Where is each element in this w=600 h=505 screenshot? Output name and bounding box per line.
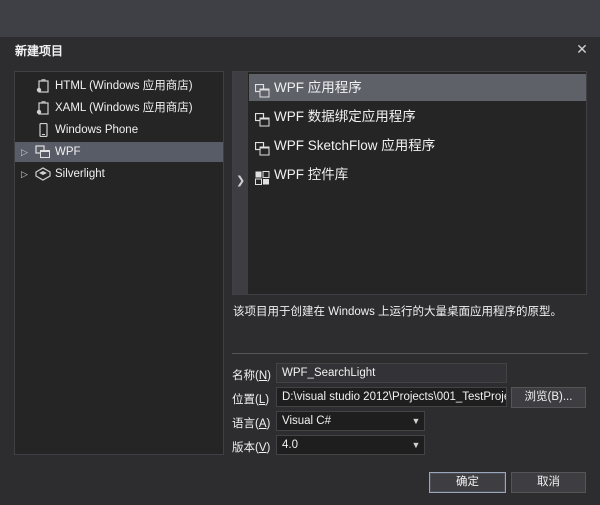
language-select[interactable]: Visual C# ▼	[276, 411, 425, 431]
template-label: WPF 数据绑定应用程序	[274, 109, 416, 124]
tree-item-silverlight[interactable]: ▷ Silverlight	[15, 164, 223, 184]
template-label: WPF 应用程序	[274, 80, 362, 95]
chevron-right-icon: ❯	[236, 175, 246, 187]
close-icon[interactable]: ✕	[572, 39, 592, 59]
tree-item-windows-phone[interactable]: Windows Phone	[15, 120, 223, 140]
version-select[interactable]: 4.0 ▼	[276, 435, 425, 455]
tree-item-label: Silverlight	[55, 168, 105, 180]
template-description: 该项目用于创建在 Windows 上运行的大量桌面应用程序的原型。	[233, 306, 563, 318]
chevron-down-icon[interactable]: ▼	[408, 412, 424, 430]
name-label: 名称(N)	[232, 370, 271, 382]
dialog-title: 新建项目	[15, 44, 64, 58]
expand-arrow-icon[interactable]: ▷	[21, 164, 28, 184]
sketchflow-icon	[254, 138, 270, 156]
phone-icon	[35, 122, 51, 138]
tree-item-html-store[interactable]: HTML (Windows 应用商店)	[15, 76, 223, 96]
new-project-dialog: 新建项目 ✕ HTML (Windows 应用商店) XAML (Windows…	[0, 37, 600, 505]
wpf-icon	[35, 145, 51, 159]
location-input[interactable]: D:\visual studio 2012\Projects\001_TestP…	[276, 387, 507, 407]
background-strip	[0, 0, 600, 37]
template-item-sketchflow[interactable]: WPF SketchFlow 应用程序	[249, 132, 586, 159]
version-label: 版本(V)	[232, 442, 271, 454]
template-label: WPF 控件库	[274, 167, 349, 182]
chevron-down-icon[interactable]: ▼	[408, 436, 424, 454]
tree-item-label: XAML (Windows 应用商店)	[55, 102, 193, 114]
silverlight-icon	[35, 167, 51, 181]
template-item-wpf-databound[interactable]: WPF 数据绑定应用程序	[249, 103, 586, 130]
panel-expander[interactable]: ❯	[233, 72, 248, 294]
divider	[232, 353, 588, 354]
cancel-button[interactable]: 取消	[511, 472, 586, 493]
name-input[interactable]: WPF_SearchLight	[276, 363, 507, 383]
tree-item-xaml-store[interactable]: XAML (Windows 应用商店)	[15, 98, 223, 118]
wpf-databound-icon	[254, 109, 270, 127]
control-library-icon	[255, 167, 270, 185]
tree-item-wpf[interactable]: ▷ WPF	[15, 142, 223, 162]
template-item-wpf-app[interactable]: WPF 应用程序	[249, 74, 586, 101]
template-list: ❯ WPF 应用程序 WPF 数据绑定应用程序 WPF SketchFlow 应…	[232, 71, 587, 295]
wpf-app-icon	[254, 80, 270, 98]
template-item-control-library[interactable]: WPF 控件库	[249, 161, 586, 188]
xaml-store-icon	[35, 101, 51, 115]
tree-item-label: WPF	[55, 146, 81, 158]
language-label: 语言(A)	[232, 418, 271, 430]
project-type-tree: HTML (Windows 应用商店) XAML (Windows 应用商店) …	[14, 71, 224, 455]
version-value: 4.0	[282, 439, 298, 451]
tree-item-label: Windows Phone	[55, 124, 139, 136]
template-label: WPF SketchFlow 应用程序	[274, 138, 436, 153]
browse-button[interactable]: 浏览(B)...	[511, 387, 586, 408]
tree-item-label: HTML (Windows 应用商店)	[55, 80, 193, 92]
dialog-titlebar: 新建项目 ✕	[0, 37, 600, 63]
html-store-icon	[35, 79, 51, 93]
ok-button[interactable]: 确定	[429, 472, 506, 493]
language-value: Visual C#	[282, 415, 332, 427]
location-label: 位置(L)	[232, 394, 270, 406]
expand-arrow-icon[interactable]: ▷	[21, 142, 28, 162]
